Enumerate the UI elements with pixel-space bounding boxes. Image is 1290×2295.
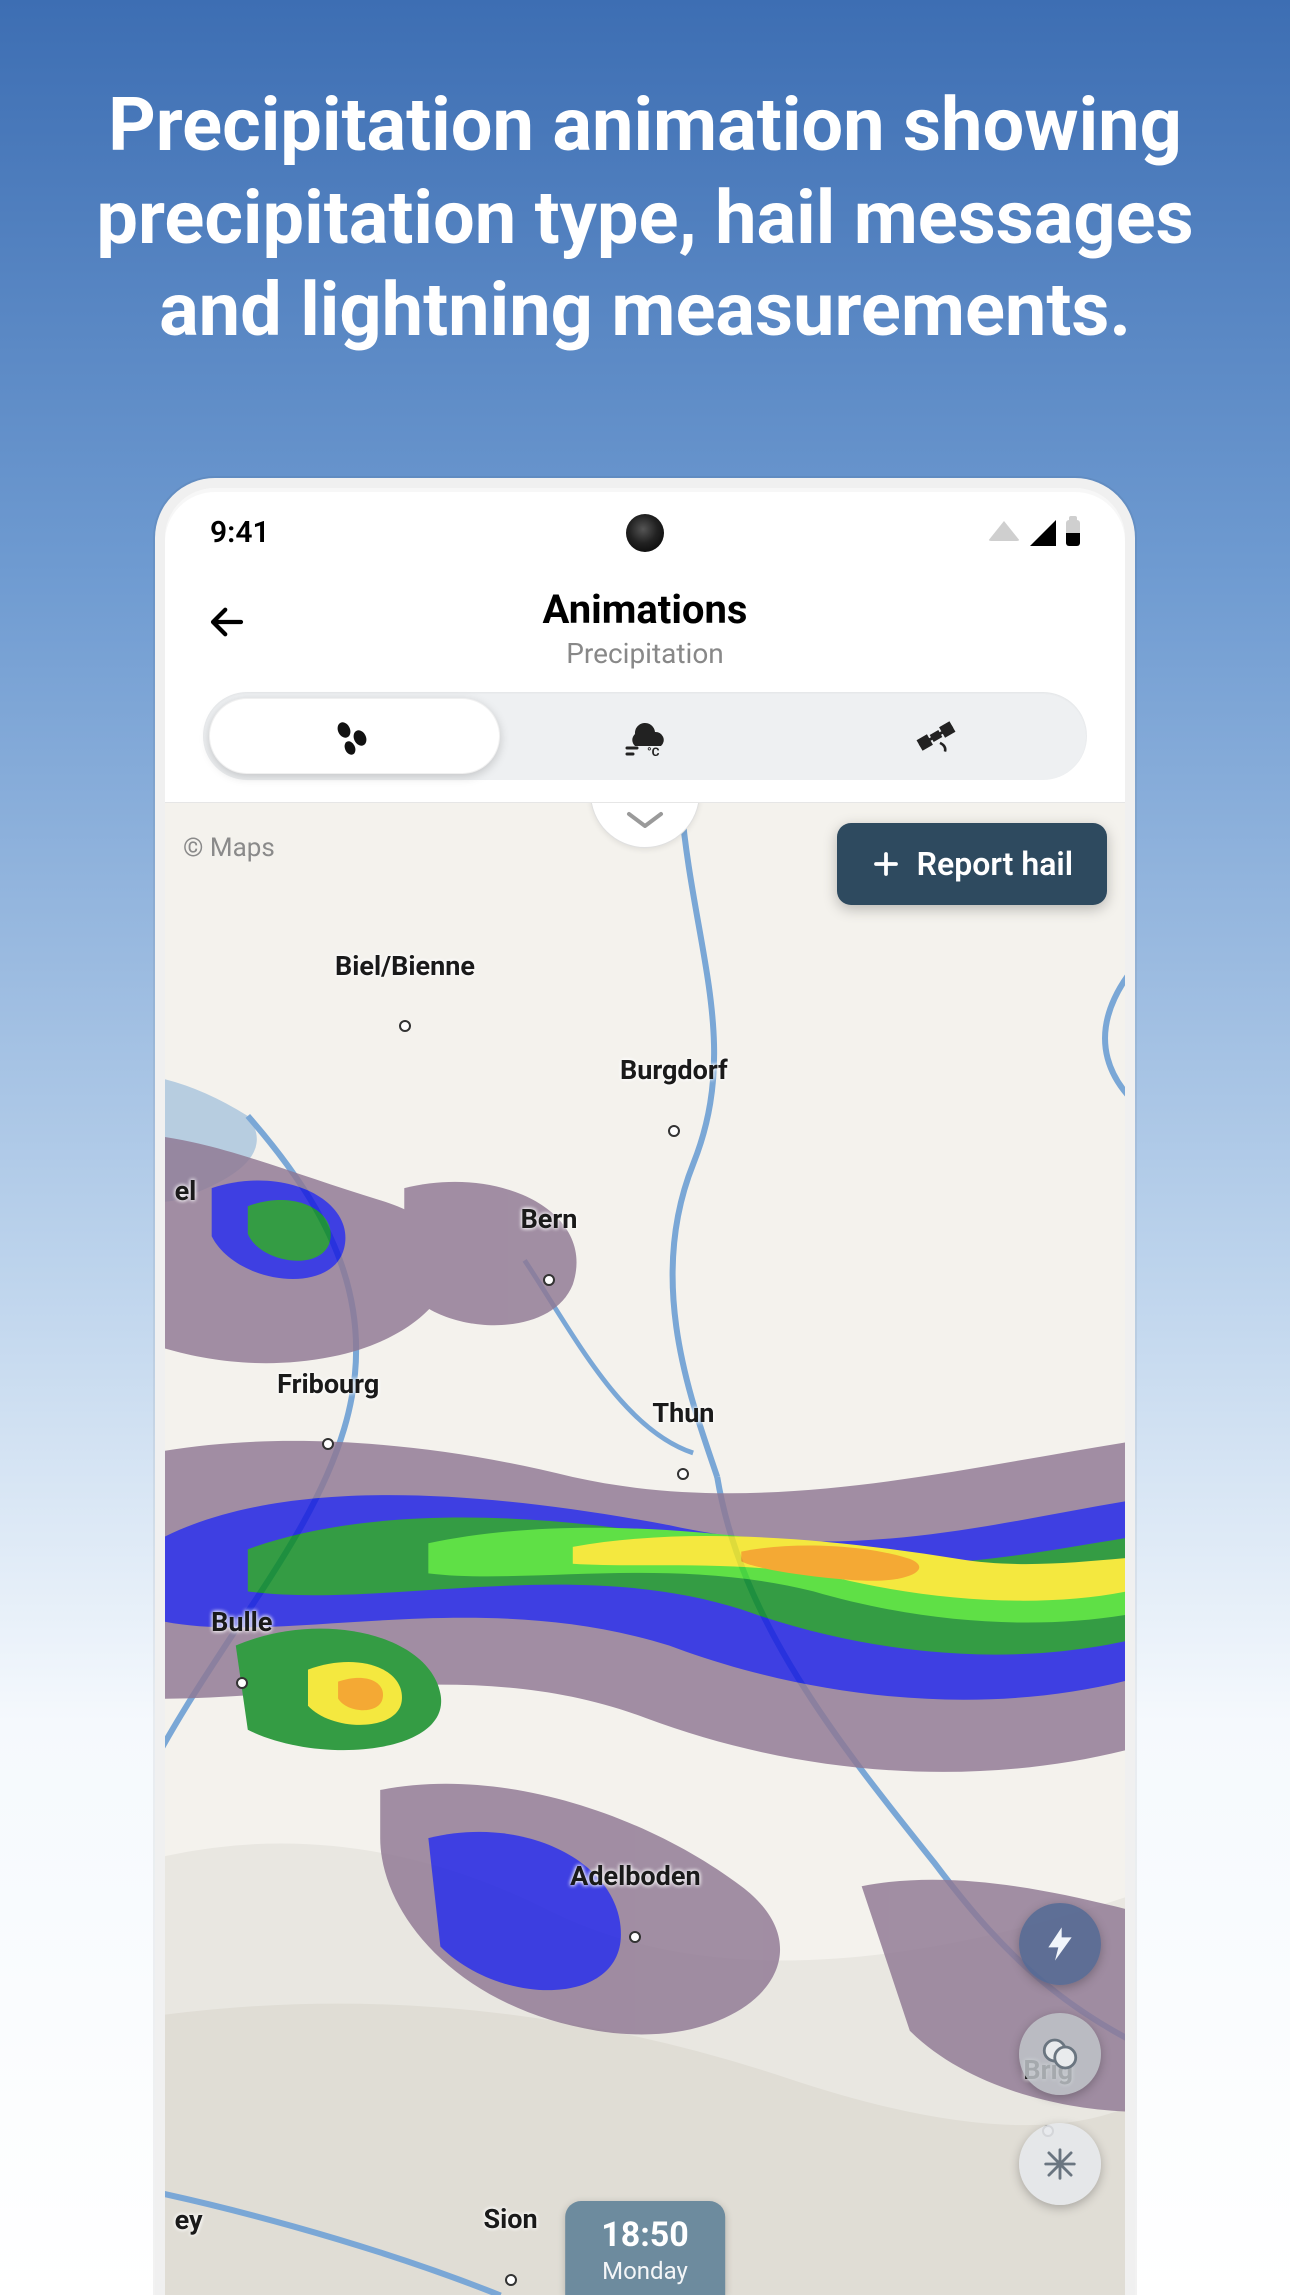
- page-title: Animations: [185, 586, 1105, 633]
- snow-layer-button[interactable]: [1019, 2123, 1101, 2205]
- page-subtitle: Precipitation: [185, 637, 1105, 670]
- statusbar-time: 9:41: [210, 515, 270, 550]
- city-label: ey: [175, 2204, 203, 2236]
- city-dot: [668, 1125, 680, 1137]
- city-dot: [543, 1274, 555, 1286]
- statusbar-indicators: [988, 520, 1080, 546]
- app-header: Animations Precipitation °C: [165, 578, 1125, 802]
- layers-icon: [1039, 2033, 1081, 2075]
- city-dot: [505, 2274, 517, 2286]
- precipitation-map[interactable]: © Maps Report hail Biel/Bienne Burgdorf Be…: [165, 802, 1125, 2295]
- cloud-temp-icon: °C: [617, 714, 673, 758]
- time-chip[interactable]: 18:50 Monday: [565, 2201, 725, 2295]
- chevron-down-icon: [623, 808, 667, 832]
- city-label: Thun: [652, 1397, 714, 1429]
- city-dot: [629, 1931, 641, 1943]
- battery-icon: [1066, 520, 1080, 546]
- plus-icon: [871, 849, 901, 879]
- lightning-layer-button[interactable]: [1019, 1903, 1101, 1985]
- time-chip-day: Monday: [601, 2257, 689, 2285]
- report-hail-button[interactable]: Report hail: [837, 823, 1107, 905]
- report-hail-label: Report hail: [917, 845, 1073, 883]
- city-label: Bern: [521, 1203, 578, 1235]
- snowflake-icon: [1041, 2145, 1079, 2183]
- promo-headline: Precipitation animation showing precipit…: [0, 80, 1290, 358]
- statusbar: 9:41: [165, 488, 1125, 578]
- raindrops-icon: [330, 716, 378, 756]
- city-dot: [322, 1438, 334, 1450]
- lightning-icon: [1040, 1924, 1080, 1964]
- satellite-icon: [911, 714, 961, 758]
- city-label: Biel/Bienne: [335, 950, 475, 982]
- city-label: Bulle: [211, 1606, 272, 1638]
- city-label: el: [175, 1175, 197, 1207]
- tab-temperature[interactable]: °C: [500, 698, 791, 774]
- animation-tabbar: °C: [203, 692, 1087, 780]
- camera-notch: [626, 514, 664, 552]
- tab-precipitation[interactable]: [209, 698, 500, 774]
- map-attribution: © Maps: [183, 833, 275, 863]
- city-label: Adelboden: [570, 1860, 700, 1892]
- city-label: Fribourg: [277, 1368, 379, 1400]
- city-label: Sion: [484, 2203, 538, 2235]
- phone-frame: 9:41 Animations Precipitation: [155, 478, 1135, 2295]
- city-label: Burgdorf: [620, 1054, 728, 1086]
- wifi-icon: [988, 521, 1020, 541]
- tab-satellite[interactable]: [790, 698, 1081, 774]
- map-canvas: [165, 803, 1125, 2295]
- city-dot: [399, 1020, 411, 1032]
- city-dot: [677, 1468, 689, 1480]
- signal-icon: [1030, 520, 1056, 546]
- layers-button[interactable]: [1019, 2013, 1101, 2095]
- time-chip-time: 18:50: [601, 2215, 689, 2255]
- svg-text:°C: °C: [647, 745, 660, 758]
- city-dot: [236, 1677, 248, 1689]
